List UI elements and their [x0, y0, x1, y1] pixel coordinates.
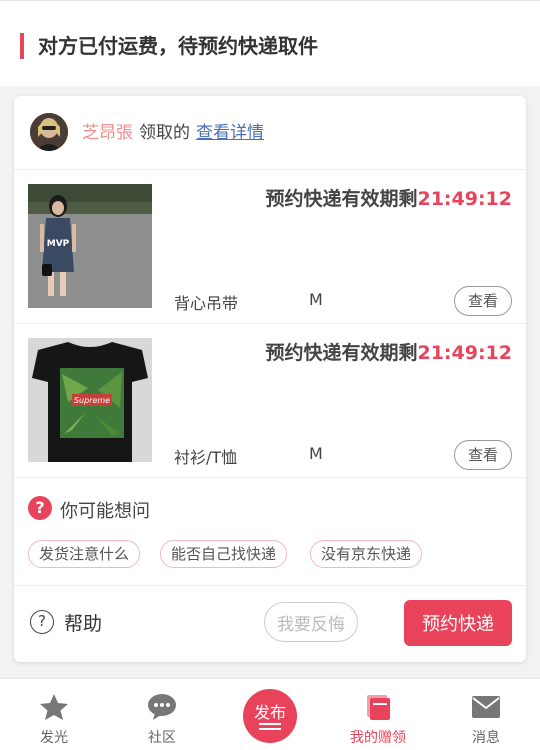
countdown-time: 21:49:12 [417, 342, 512, 364]
faq-chip[interactable]: 发货注意什么 [28, 540, 141, 568]
item-photo[interactable]: MVP [28, 184, 152, 308]
receiver-verb: 领取的 [139, 123, 190, 143]
tab-label: 我的赠领 [350, 730, 406, 746]
countdown: 预约快递有效期剩21:49:12 [265, 338, 512, 365]
star-icon [40, 694, 68, 720]
item-size: M [309, 290, 323, 309]
tab-label: 社区 [148, 730, 176, 746]
page-header: 对方已付运费，待预约快递取件 [0, 0, 540, 86]
item-photo[interactable]: Supreme [28, 338, 152, 462]
tab-label: 发光 [40, 730, 68, 746]
svg-text:Supreme: Supreme [74, 396, 110, 405]
question-circle-icon: ? [28, 496, 52, 520]
tab-my-gifts[interactable]: 我的赠领 [324, 679, 432, 750]
book-courier-button[interactable]: 预约快递 [404, 600, 512, 646]
header-accent-bar [20, 33, 24, 59]
publish-icon [259, 723, 281, 725]
gift-item: MVP 预约快递有效期剩21:49:12 背心吊带 M 查看 [14, 170, 526, 324]
receiver-text: 芝昂張 领取的 查看详情 [82, 118, 264, 143]
svg-text:MVP: MVP [47, 239, 70, 249]
item-category: 背心吊带 [174, 294, 239, 313]
gift-item: Supreme 预约快递有效期剩21:49:12 衬衫/T恤 M 查看 [14, 324, 526, 478]
help-label[interactable]: 帮助 [64, 609, 102, 636]
bottom-actions: ? 帮助 我要反悔 预约快递 [14, 586, 526, 662]
publish-label: 发布 [253, 703, 286, 722]
view-item-button[interactable]: 查看 [454, 440, 512, 470]
tab-label: 消息 [472, 730, 500, 746]
chat-bubble-icon [148, 694, 176, 720]
tab-messages[interactable]: 消息 [432, 679, 540, 750]
publish-icon-line [259, 728, 281, 730]
countdown: 预约快递有效期剩21:49:12 [265, 184, 512, 211]
view-details-link[interactable]: 查看详情 [196, 123, 264, 143]
tab-discover[interactable]: 发光 [0, 679, 108, 750]
receiver-name[interactable]: 芝昂張 [82, 123, 133, 143]
publish-button[interactable]: 发布 [243, 689, 297, 743]
countdown-time: 21:49:12 [417, 188, 512, 210]
faq-chip[interactable]: 能否自己找快递 [160, 540, 288, 568]
tab-bar: 发光 社区 发布 我的赠领 消息 [0, 678, 540, 750]
avatar[interactable] [30, 113, 68, 151]
item-size: M [309, 444, 323, 463]
envelope-icon [472, 696, 500, 718]
page-title: 对方已付运费，待预约快递取件 [38, 34, 318, 58]
faq-section: ? 你可能想问 发货注意什么 能否自己找快递 没有京东快递 [14, 478, 526, 586]
gift-box-icon [367, 695, 390, 720]
view-item-button[interactable]: 查看 [454, 286, 512, 316]
faq-title: 你可能想问 [60, 501, 150, 522]
countdown-label: 预约快递有效期剩 [265, 188, 418, 210]
help-icon[interactable]: ? [30, 610, 54, 634]
order-card: 芝昂張 领取的 查看详情 MVP 预约快递有效期剩21:49:12 背心吊带 M… [14, 96, 526, 662]
faq-chip[interactable]: 没有京东快递 [310, 540, 423, 568]
regret-button[interactable]: 我要反悔 [264, 602, 358, 642]
receiver-row: 芝昂張 领取的 查看详情 [14, 96, 526, 170]
item-category: 衬衫/T恤 [174, 448, 238, 467]
tab-community[interactable]: 社区 [108, 679, 216, 750]
countdown-label: 预约快递有效期剩 [265, 342, 418, 364]
